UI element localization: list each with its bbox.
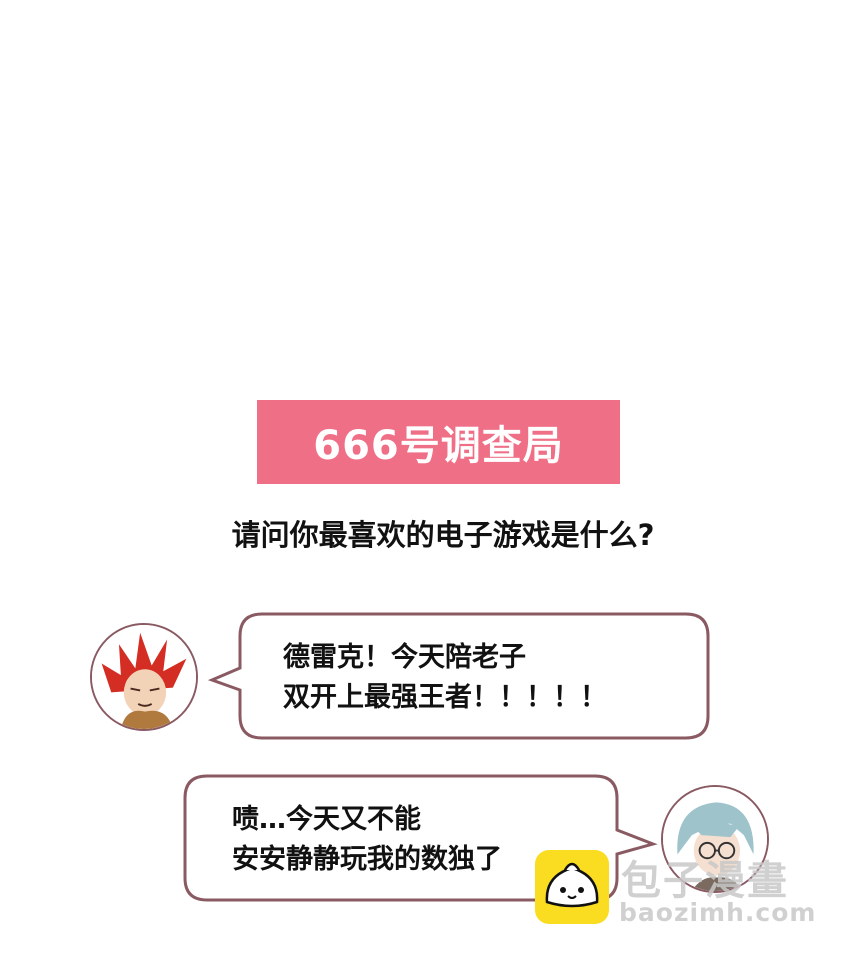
dialog-2-line-2: 安安静静玩我的数独了 [232, 844, 502, 875]
question-text: 请问你最喜欢的电子游戏是什么? [231, 518, 655, 552]
watermark: 包子漫畫 baozimh.com [535, 848, 835, 928]
title-badge: 666号调查局 [257, 400, 620, 484]
watermark-url: baozimh.com [619, 898, 817, 927]
dialog-1-line-1: 德雷克！今天陪老子 [283, 642, 526, 673]
bun-logo-icon [535, 850, 609, 924]
page-title: 666号调查局 [313, 423, 564, 469]
dialog-2-line-1: 啧…今天又不能 [232, 804, 421, 835]
dialog-1-line-2: 双开上最强王者！！！！！ [283, 682, 607, 713]
red-hair-character-avatar [90, 623, 198, 731]
